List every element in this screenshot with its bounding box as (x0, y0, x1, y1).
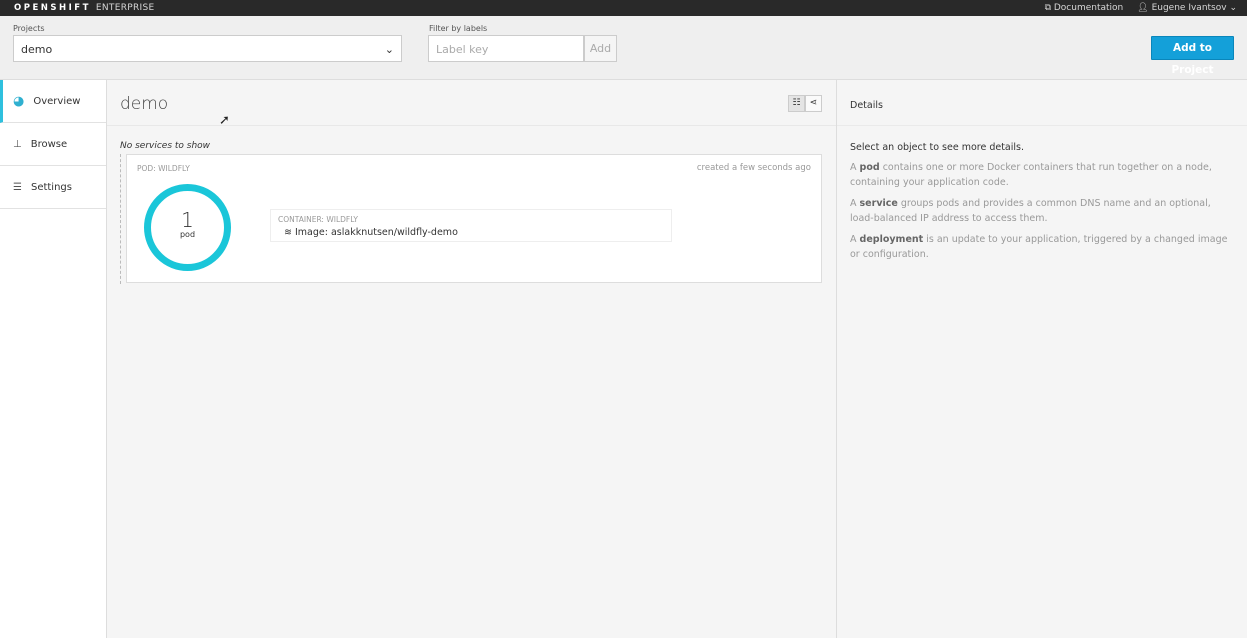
sitemap-icon: ⊥ (13, 138, 22, 150)
pod-unit: pod (179, 230, 196, 239)
pod-label: POD: WILDFLY (137, 164, 190, 173)
brand-edition: ENTERPRISE (95, 3, 155, 13)
container-card: CONTAINER: WILDFLY ≋ Image: aslakknutsen… (270, 209, 672, 242)
sidebar-item-overview[interactable]: ◕ Overview (0, 80, 106, 123)
filter-label: Filter by labels (429, 24, 488, 33)
pod-count: 1 (181, 208, 194, 232)
chevron-down-icon: ⌄ (1229, 3, 1237, 13)
container-label: CONTAINER: WILDFLY (278, 215, 358, 224)
add-to-project-button[interactable]: Add to Project (1151, 36, 1234, 76)
sliders-icon: ☰ (13, 181, 22, 193)
projects-label: Projects (13, 24, 45, 33)
sidebar-item-label: Browse (30, 138, 68, 150)
sidebar: ◕ Overview ⊥ Browse ☰ Settings (0, 80, 107, 638)
overview-main: demo ☷ ⋖ No services to show POD: WILDFL… (107, 80, 836, 638)
dashboard-icon: ◕ (13, 93, 25, 109)
details-panel: Details Select an object to see more det… (836, 80, 1247, 638)
details-title: Details (837, 80, 1247, 126)
deployment-description: A deployment is an update to your applic… (850, 234, 1228, 260)
sidebar-item-settings[interactable]: ☰ Settings (0, 166, 106, 209)
service-group-line (120, 154, 121, 284)
topology-view-icon[interactable]: ⋖ (805, 95, 822, 112)
pod-description: A pod contains one or more Docker contai… (850, 162, 1212, 188)
documentation-icon: ⧉ (1044, 3, 1051, 13)
pod-created-time: created a few seconds ago (696, 163, 811, 173)
sidebar-item-label: Overview (33, 95, 81, 107)
top-navbar: OPENSHIFT ENTERPRISE ⧉ Documentation 👤︎ E… (0, 0, 1247, 16)
mouse-cursor-icon: ➚ (219, 113, 230, 128)
no-services-message: No services to show (120, 141, 211, 151)
documentation-label: Documentation (1053, 3, 1124, 13)
brand-name: OPENSHIFT (14, 3, 91, 13)
details-hint: Select an object to see more details. (850, 142, 1024, 153)
pod-card[interactable]: POD: WILDFLY created a few seconds ago 1… (126, 154, 822, 283)
sidebar-item-label: Settings (30, 181, 72, 193)
add-label-button[interactable]: Add (584, 35, 617, 62)
user-menu[interactable]: 👤︎ Eugene Ivantsov ⌄ (1137, 3, 1237, 13)
list-view-icon[interactable]: ☷ (788, 95, 805, 112)
container-image: Image: aslakknutsen/wildfly-demo (295, 227, 458, 238)
user-name: Eugene Ivantsov (1151, 3, 1227, 13)
page-title: demo (120, 94, 169, 114)
divider (107, 125, 836, 126)
image-layers-icon: ≋ (284, 227, 292, 238)
project-select-value: demo (21, 43, 53, 56)
pod-count-donut[interactable]: 1 pod (144, 184, 231, 271)
sidebar-item-browse[interactable]: ⊥ Browse (0, 123, 106, 166)
documentation-link[interactable]: ⧉ Documentation (1045, 3, 1124, 13)
label-key-input[interactable]: Label key (428, 35, 584, 62)
chevron-down-icon: ⌄ (384, 43, 394, 56)
project-select[interactable]: demo ⌄ (13, 35, 402, 62)
project-header: Projects demo ⌄ Filter by labels Label ke… (0, 16, 1247, 80)
brand-logo[interactable]: OPENSHIFT ENTERPRISE (14, 3, 154, 13)
service-description: A service groups pods and provides a com… (850, 198, 1211, 224)
user-icon: 👤︎ (1137, 3, 1149, 13)
view-toggle: ☷ ⋖ (788, 95, 822, 112)
